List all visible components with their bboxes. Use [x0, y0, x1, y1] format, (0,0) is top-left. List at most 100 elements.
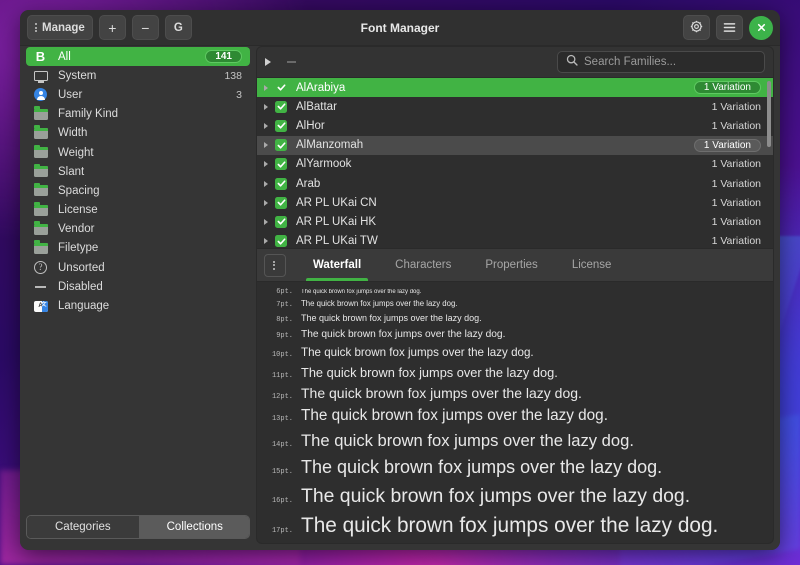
sidebar-item-disabled[interactable]: Disabled: [26, 277, 250, 296]
header-left-actions: Manage + − G: [27, 15, 192, 40]
tab-label: Waterfall: [313, 259, 361, 271]
font-enabled-checkbox[interactable]: [275, 101, 287, 113]
font-enabled-checkbox[interactable]: [275, 197, 287, 209]
expand-row-icon[interactable]: [264, 219, 268, 225]
google-fonts-icon: G: [174, 22, 183, 34]
settings-button[interactable]: [683, 15, 710, 40]
main-menu-button[interactable]: [716, 15, 743, 40]
remove-font-button[interactable]: −: [132, 15, 159, 40]
waterfall-row: 13pt.The quick brown fox jumps over the …: [265, 407, 767, 431]
waterfall-preview: 6pt.The quick brown fox jumps over the l…: [257, 282, 773, 543]
categories-tab[interactable]: Categories: [27, 516, 139, 538]
sidebar-item-all[interactable]: BAll141: [26, 47, 250, 66]
font-family-list: AlArabiya1 VariationAlBattar1 VariationA…: [257, 78, 773, 248]
tab-license[interactable]: License: [555, 249, 629, 281]
variation-count-badge: 1 Variation: [712, 120, 761, 132]
waterfall-row: 7pt.The quick brown fox jumps over the l…: [265, 299, 767, 313]
font-enabled-checkbox[interactable]: [275, 158, 287, 170]
close-button[interactable]: [749, 16, 773, 40]
expand-row-icon[interactable]: [264, 200, 268, 206]
expand-row-icon[interactable]: [264, 104, 268, 110]
collections-tab[interactable]: Collections: [139, 516, 250, 538]
kebab-menu-icon: [35, 23, 37, 32]
font-enabled-checkbox[interactable]: [275, 139, 287, 151]
font-list-scrollbar[interactable]: [767, 81, 771, 147]
table-row[interactable]: AlManzomah1 Variation: [257, 136, 773, 155]
font-enabled-checkbox[interactable]: [275, 178, 287, 190]
sidebar-footer: Categories Collections: [26, 504, 250, 550]
waterfall-row: 16pt.The quick brown fox jumps over the …: [265, 485, 767, 515]
sidebar-item-spacing[interactable]: Spacing: [26, 181, 250, 200]
search-families-input[interactable]: Search Families...: [557, 51, 765, 73]
sidebar-item-count: 3: [236, 89, 242, 101]
category-list: BAll141System138User3 Family Kind WidthWei…: [26, 46, 250, 504]
waterfall-row: 12pt.The quick brown fox jumps over the …: [265, 385, 767, 407]
tab-properties[interactable]: Properties: [468, 249, 554, 281]
dash-icon: [32, 280, 49, 294]
sidebar-mode-switcher: Categories Collections: [26, 515, 250, 539]
sidebar-item-label: Language: [58, 300, 242, 312]
table-row[interactable]: AlArabiya1 Variation: [257, 78, 773, 97]
waterfall-sample-text: The quick brown fox jumps over the lazy …: [301, 457, 662, 478]
sidebar-item-label: Family Kind: [58, 108, 242, 120]
sidebar-item-width[interactable]: Width: [26, 124, 250, 143]
table-row[interactable]: AR PL UKai TW1 Variation: [257, 232, 773, 249]
font-enabled-checkbox[interactable]: [275, 235, 287, 247]
google-fonts-button[interactable]: G: [165, 15, 192, 40]
sidebar-item-count: 141: [205, 50, 242, 63]
expand-row-icon[interactable]: [264, 161, 268, 167]
waterfall-size-label: 16pt.: [265, 497, 301, 505]
sidebar-item-filetype[interactable]: Filetype: [26, 239, 250, 258]
tab-characters[interactable]: Characters: [378, 249, 468, 281]
detail-options-button[interactable]: [264, 254, 286, 277]
sidebar-item-label: Spacing: [58, 185, 242, 197]
table-row[interactable]: AR PL UKai HK1 Variation: [257, 212, 773, 231]
tab-waterfall[interactable]: Waterfall: [296, 249, 378, 281]
sidebar-item-language[interactable]: A文 Language: [26, 296, 250, 315]
waterfall-size-label: 13pt.: [265, 415, 301, 423]
expand-all-icon[interactable]: [265, 58, 271, 66]
waterfall-size-label: 8pt.: [265, 316, 301, 324]
expand-row-icon[interactable]: [264, 238, 268, 244]
expand-row-icon[interactable]: [264, 181, 268, 187]
language-icon: A文: [32, 299, 49, 313]
question-icon: ?: [32, 261, 49, 275]
sidebar-item-user[interactable]: User3: [26, 85, 250, 104]
sidebar-item-family-kind[interactable]: Family Kind: [26, 105, 250, 124]
user-icon: [32, 88, 49, 102]
font-enabled-checkbox[interactable]: [275, 120, 287, 132]
variation-count-badge: 1 Variation: [694, 81, 761, 94]
sidebar-item-label: All: [58, 51, 205, 63]
font-enabled-checkbox[interactable]: [275, 82, 287, 94]
waterfall-size-label: 15pt.: [265, 468, 301, 476]
waterfall-row: 17pt.The quick brown fox jumps over the …: [265, 514, 767, 543]
table-row[interactable]: Arab1 Variation: [257, 174, 773, 193]
font-family-name: AR PL UKai CN: [296, 197, 712, 209]
add-font-button[interactable]: +: [99, 15, 126, 40]
variation-count-badge: 1 Variation: [712, 178, 761, 190]
sidebar-item-license[interactable]: License: [26, 201, 250, 220]
folder-icon: [32, 107, 49, 121]
expand-row-icon[interactable]: [264, 123, 268, 129]
table-row[interactable]: AR PL UKai CN1 Variation: [257, 193, 773, 212]
table-row[interactable]: AlYarmook1 Variation: [257, 155, 773, 174]
table-row[interactable]: AlBattar1 Variation: [257, 97, 773, 116]
font-family-name: Arab: [296, 178, 712, 190]
waterfall-row: 14pt.The quick brown fox jumps over the …: [265, 431, 767, 457]
monitor-icon: [32, 69, 49, 83]
sidebar-item-unsorted[interactable]: ?Unsorted: [26, 258, 250, 277]
table-row[interactable]: AlHor1 Variation: [257, 116, 773, 135]
waterfall-sample-text: The quick brown fox jumps over the lazy …: [301, 407, 608, 425]
sidebar-item-weight[interactable]: Weight: [26, 143, 250, 162]
expand-row-icon[interactable]: [264, 85, 268, 91]
font-enabled-checkbox[interactable]: [275, 216, 287, 228]
waterfall-sample-text: The quick brown fox jumps over the lazy …: [301, 431, 634, 451]
sidebar-item-system[interactable]: System138: [26, 66, 250, 85]
font-list-toolbar: Search Families...: [257, 47, 773, 78]
expand-row-icon[interactable]: [264, 142, 268, 148]
sidebar-item-slant[interactable]: Slant: [26, 162, 250, 181]
sidebar-item-vendor[interactable]: Vendor: [26, 220, 250, 239]
manage-button[interactable]: Manage: [27, 15, 93, 40]
waterfall-size-label: 9pt.: [265, 332, 301, 340]
manage-button-label: Manage: [42, 22, 85, 34]
